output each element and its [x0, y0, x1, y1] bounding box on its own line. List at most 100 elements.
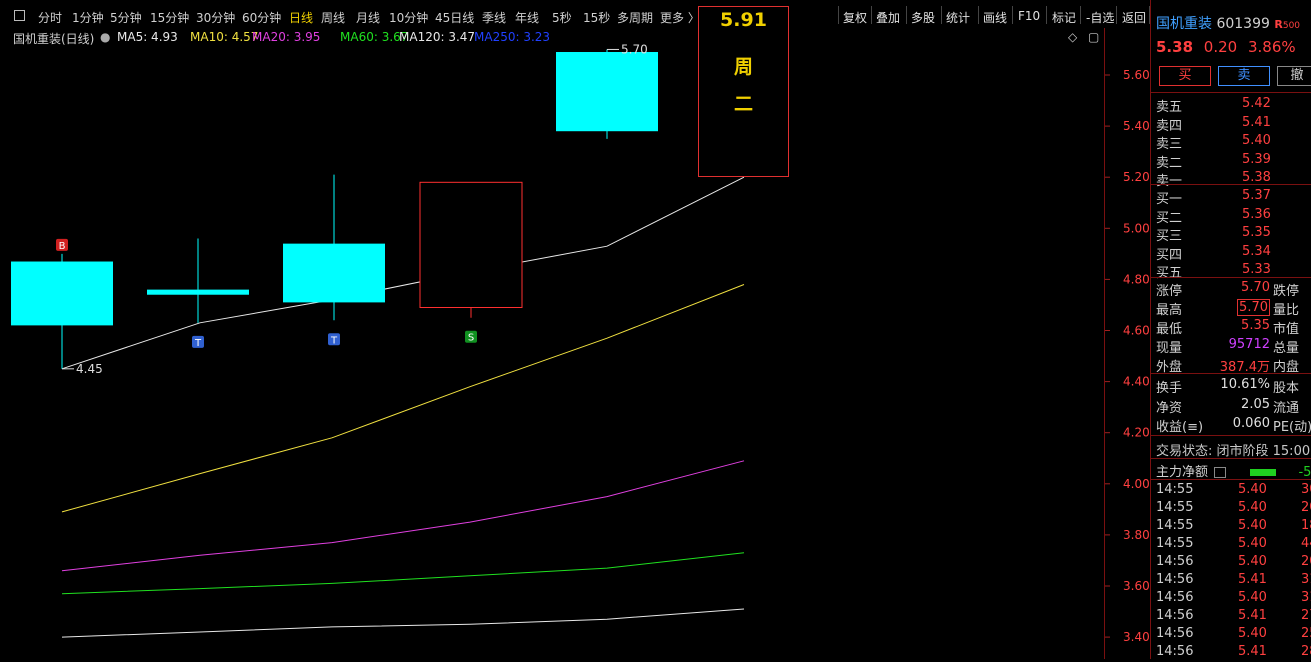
ask-price: 5.40	[1242, 133, 1271, 148]
price-row: 5.38 0.20 3.86%	[1156, 38, 1296, 56]
bid-price: 5.34	[1242, 243, 1271, 259]
stat-label: 最低	[1156, 322, 1183, 337]
flow-toggle-icon[interactable]	[1214, 467, 1227, 478]
trade-price: 5.40	[1238, 482, 1267, 497]
bid-price: 5.36	[1242, 206, 1271, 222]
trade-price: 5.41	[1238, 572, 1267, 587]
candle-body	[283, 243, 385, 303]
price-change: 0.20	[1203, 38, 1238, 56]
cancel-order-button[interactable]: 撤	[1277, 66, 1311, 86]
bid-label: 买五	[1156, 266, 1183, 281]
weekday-price: 5.91	[720, 9, 767, 31]
ma-line-4	[61, 608, 745, 638]
stat2-row: 换手 10.61% 股本	[1156, 377, 1311, 396]
ask-label: 卖五	[1156, 100, 1183, 115]
y-tick-label: 3.40	[1123, 630, 1150, 644]
candlestick-chart: 5.60 5.40 5.20 5.00 4.80 4.60 4.40 4.20 4.00 3.80…	[11, 42, 1150, 644]
candle-body	[11, 261, 113, 326]
trade-volume: 44	[1301, 536, 1311, 551]
trade-price: 5.40	[1238, 626, 1267, 641]
stat-row: 最低 5.35 市值	[1156, 318, 1311, 337]
y-tick-label: 4.20	[1123, 426, 1150, 440]
trade-marker-label: S	[468, 333, 474, 344]
main-flow-value: -5	[1298, 465, 1311, 480]
candle-body	[147, 289, 249, 295]
trade-time: 14:55	[1156, 518, 1194, 533]
stat2-label: 收益(≡)	[1156, 420, 1204, 435]
candle-body	[556, 52, 658, 132]
y-tick-label: 5.40	[1123, 119, 1150, 133]
y-tick-label: 4.80	[1123, 272, 1150, 286]
ask-label: 卖四	[1156, 118, 1183, 134]
trade-volume: 18	[1301, 518, 1311, 533]
trade-row: 14:56 5.41 28	[1156, 644, 1311, 662]
stat2-label-2: 股本	[1273, 381, 1300, 396]
trade-volume: 20	[1301, 500, 1311, 515]
weekday-char-1: 周	[733, 56, 753, 78]
stock-name: 国机重装	[1156, 16, 1212, 32]
stat-row: 涨停 5.70 跌停	[1156, 280, 1311, 299]
stat-value: 95712	[1228, 337, 1270, 352]
ma-line-2	[61, 460, 745, 572]
bid-row[interactable]: 买五 5.33	[1156, 262, 1271, 281]
bid-label: 买四	[1156, 247, 1183, 263]
y-tick-label: 4.00	[1123, 477, 1150, 491]
y-tick-label: 3.80	[1123, 528, 1150, 542]
trade-price: 5.40	[1238, 590, 1267, 605]
trade-time: 14:55	[1156, 500, 1194, 515]
bid-price: 5.35	[1242, 225, 1271, 240]
weekday-char-2: 二	[733, 93, 753, 115]
ma-line-1	[61, 284, 745, 513]
y-tick-label: 5.00	[1123, 221, 1150, 235]
trade-time: 14:56	[1156, 554, 1194, 569]
trade-volume: 20	[1301, 554, 1311, 569]
bid-row[interactable]: 买四 5.34	[1156, 244, 1271, 263]
stat-value: 5.70	[1241, 280, 1270, 295]
price-axis-line	[1104, 28, 1105, 659]
ask-row[interactable]: 卖三 5.40	[1156, 133, 1271, 152]
quote-panel: 国机重装 601399 R500 5.38 0.20 3.86% 买 卖 撤 卖…	[1150, 0, 1311, 659]
trade-volume: 25	[1301, 626, 1311, 641]
ask-row[interactable]: 卖一 5.38	[1156, 170, 1271, 189]
trade-volume: 31	[1301, 572, 1311, 587]
trade-row: 14:56 5.40 31	[1156, 590, 1311, 608]
trade-time: 14:56	[1156, 608, 1194, 623]
sell-button[interactable]: 卖	[1218, 66, 1270, 86]
ask-label: 卖一	[1156, 174, 1183, 189]
stat-row: 最高 5.70 量比	[1156, 299, 1311, 318]
stat2-label: 换手	[1156, 381, 1183, 396]
bid-row[interactable]: 买二 5.36	[1156, 207, 1271, 226]
ask-price: 5.42	[1242, 96, 1271, 111]
y-tick-label: 5.20	[1123, 170, 1150, 184]
bid-row[interactable]: 买三 5.35	[1156, 225, 1271, 244]
ask-row[interactable]: 卖四 5.41	[1156, 115, 1271, 134]
trade-volume: 27	[1301, 608, 1311, 623]
trade-price: 5.41	[1238, 608, 1267, 623]
stat2-label: 净资	[1156, 400, 1183, 416]
stock-header: 国机重装 601399 R500	[1156, 13, 1300, 33]
trade-time: 14:56	[1156, 644, 1194, 659]
trade-row: 14:56 5.41 31	[1156, 572, 1311, 590]
stat-label: 最高	[1156, 303, 1183, 318]
trade-row: 14:56 5.41 27	[1156, 608, 1311, 626]
trade-marker-label: T	[194, 338, 202, 349]
ask-label: 卖二	[1156, 155, 1183, 171]
trade-status: 交易状态: 闭市阶段 15:00	[1156, 444, 1311, 459]
price-annotation: 5.70	[621, 42, 648, 56]
trade-price: 5.40	[1238, 554, 1267, 569]
bid-row[interactable]: 买一 5.37	[1156, 188, 1271, 207]
bid-label: 买一	[1156, 192, 1183, 207]
trade-volume: 30	[1301, 482, 1311, 497]
stock-code: 601399	[1216, 16, 1270, 32]
trade-row: 14:56 5.40 25	[1156, 626, 1311, 644]
trade-time: 14:55	[1156, 482, 1194, 497]
trade-row: 14:55 5.40 44	[1156, 536, 1311, 554]
stat2-value: 2.05	[1241, 396, 1270, 412]
trade-time: 14:56	[1156, 590, 1194, 605]
price-change-pct: 3.86%	[1247, 38, 1296, 56]
ask-row[interactable]: 卖五 5.42	[1156, 96, 1271, 115]
stat2-row: 收益(≡) 0.060 PE(动)	[1156, 416, 1311, 435]
buy-button[interactable]: 买	[1159, 66, 1211, 86]
ask-row[interactable]: 卖二 5.39	[1156, 152, 1271, 171]
trade-price: 5.40	[1238, 500, 1267, 515]
